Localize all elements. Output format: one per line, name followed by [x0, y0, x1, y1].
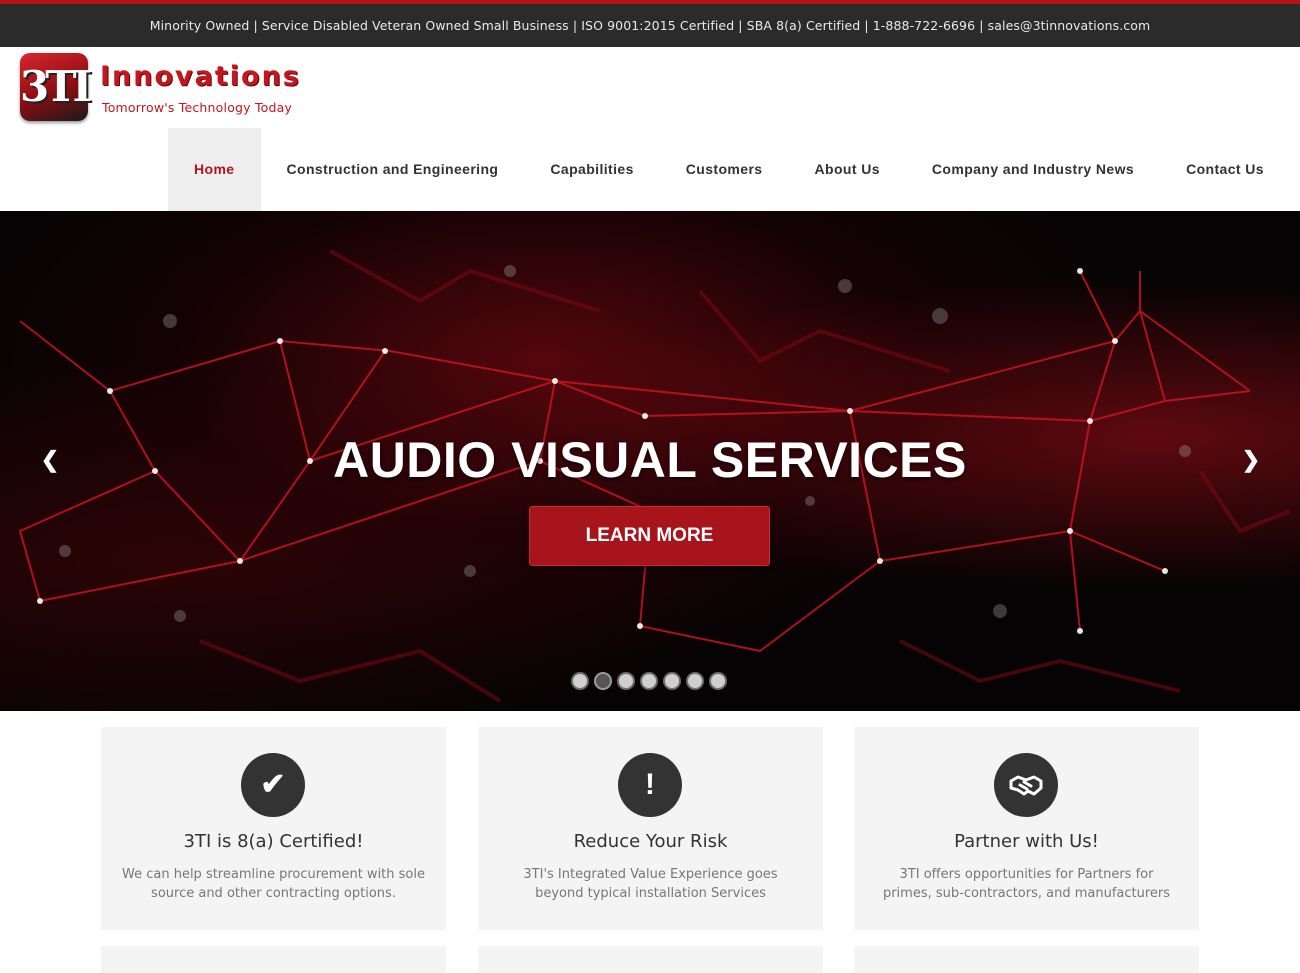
nav-item-about-us[interactable]: About Us: [789, 128, 906, 211]
logo-name: Innovations: [100, 61, 301, 92]
handshake-icon: [994, 753, 1058, 817]
feature-card-text: 3TI's Integrated Value Experience goes b…: [523, 867, 778, 901]
nav-item-contact-us[interactable]: Contact Us: [1160, 128, 1290, 211]
feature-card-certified: ✔ 3TI is 8(a) Certified! We can help str…: [101, 727, 446, 930]
feature-card-row2-1: [101, 946, 446, 973]
slider-dot-6[interactable]: [686, 672, 704, 690]
logo-mark: 3TI: [20, 53, 92, 121]
top-info-text: Minority Owned | Service Disabled Vetera…: [149, 18, 1151, 33]
feature-card-partner: Partner with Us! 3TI offers opportunitie…: [854, 727, 1199, 930]
slider-dot-5[interactable]: [663, 672, 681, 690]
nav-item-construction-engineering[interactable]: Construction and Engineering: [261, 128, 525, 211]
slider-dot-2[interactable]: [594, 672, 612, 690]
feature-card-row2-2: [478, 946, 823, 973]
feature-card-title: 3TI is 8(a) Certified!: [183, 831, 364, 852]
site-header: 3TI Innovations Tomorrow's Technology To…: [0, 47, 1300, 211]
feature-card-text: We can help streamline procurement with …: [122, 867, 425, 901]
logo-tagline: Tomorrow's Technology Today: [102, 100, 293, 115]
checkmark-icon: ✔: [241, 753, 305, 817]
slider-dots: [571, 672, 727, 690]
feature-card-title: Partner with Us!: [954, 831, 1099, 852]
site-logo[interactable]: 3TI Innovations Tomorrow's Technology To…: [18, 53, 338, 125]
feature-card-reduce-risk: ! Reduce Your Risk 3TI's Integrated Valu…: [478, 727, 823, 930]
nav-item-home[interactable]: Home: [168, 128, 261, 211]
feature-card-row2-3: [854, 946, 1199, 973]
feature-card-title: Reduce Your Risk: [573, 831, 728, 852]
handshake-icon-graphic: [1009, 775, 1043, 796]
slider-dot-4[interactable]: [640, 672, 658, 690]
main-nav: Home Construction and Engineering Capabi…: [168, 128, 1290, 211]
top-info-bar: Minority Owned | Service Disabled Vetera…: [0, 0, 1300, 47]
slider-dot-1[interactable]: [571, 672, 589, 690]
nav-item-capabilities[interactable]: Capabilities: [524, 128, 659, 211]
feature-card-text: 3TI offers opportunities for Partners fo…: [882, 867, 1171, 901]
nav-item-customers[interactable]: Customers: [660, 128, 789, 211]
slider-dot-7[interactable]: [709, 672, 727, 690]
hero-title: AUDIO VISUAL SERVICES: [333, 432, 967, 488]
nav-item-company-news[interactable]: Company and Industry News: [906, 128, 1160, 211]
hero-slider: ❮ ❯ AUDIO VISUAL SERVICES LEARN MORE: [0, 211, 1300, 711]
slider-dot-3[interactable]: [617, 672, 635, 690]
exclamation-icon: !: [618, 753, 682, 817]
learn-more-button[interactable]: LEARN MORE: [529, 506, 770, 566]
